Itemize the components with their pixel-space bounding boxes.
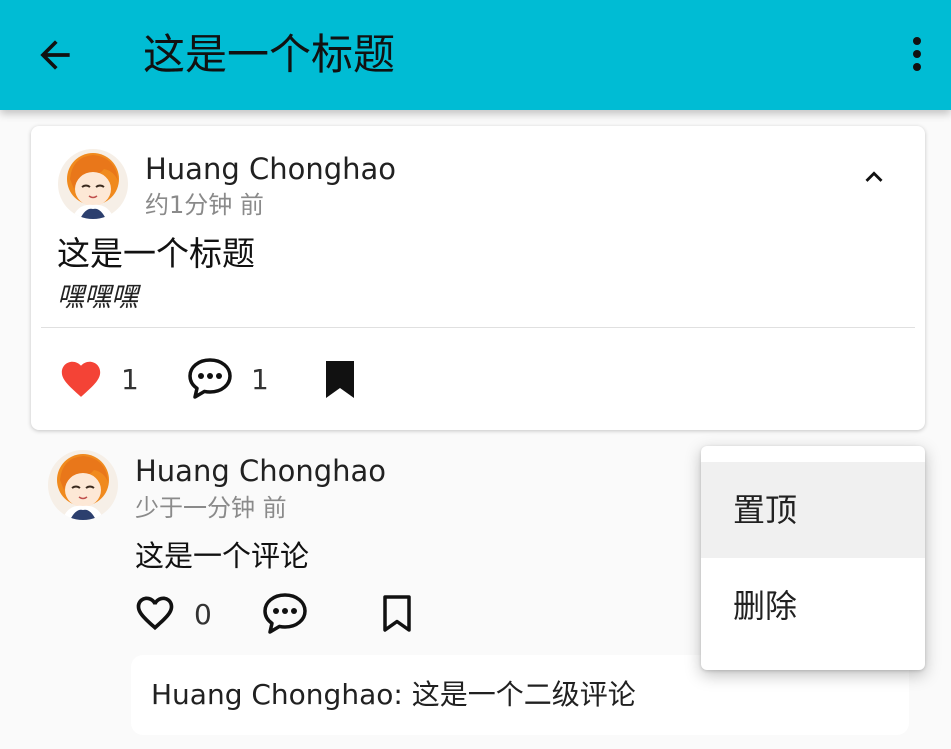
comment-icon[interactable]	[261, 591, 309, 637]
arrow-back-icon[interactable]	[33, 33, 77, 77]
post-body: 嘿嘿嘿	[57, 282, 138, 313]
post-card: Huang Chonghao 约1分钟 前 这是一个标题 嘿嘿嘿 1 1	[31, 126, 925, 430]
avatar[interactable]	[58, 149, 128, 219]
heart-filled-icon[interactable]	[58, 356, 104, 402]
bookmark-outline-icon[interactable]	[380, 593, 414, 635]
post-author[interactable]: Huang Chonghao	[145, 150, 396, 188]
post-title: 这是一个标题	[57, 234, 255, 273]
reply-text: Huang Chonghao: 这是一个二级评论	[151, 678, 636, 711]
comment-text: 这是一个评论	[135, 539, 310, 573]
comment-icon[interactable]	[186, 356, 234, 402]
comment-count: 1	[251, 363, 269, 396]
like-count: 0	[194, 598, 212, 631]
avatar[interactable]	[48, 450, 118, 520]
chevron-up-icon[interactable]	[857, 160, 891, 194]
bookmark-filled-icon[interactable]	[323, 358, 357, 400]
comment-time: 少于一分钟 前	[135, 494, 287, 522]
heart-outline-icon[interactable]	[133, 591, 177, 635]
post-time: 约1分钟 前	[145, 191, 264, 219]
divider	[41, 327, 915, 328]
app-bar: 这是一个标题	[0, 0, 951, 110]
popup-menu: 置顶 删除	[701, 446, 925, 670]
menu-item-pin[interactable]: 置顶	[701, 462, 925, 558]
more-vert-icon[interactable]	[900, 33, 934, 77]
like-count: 1	[121, 363, 139, 396]
menu-item-delete[interactable]: 删除	[701, 558, 925, 654]
comment-author[interactable]: Huang Chonghao	[135, 452, 386, 490]
page-title: 这是一个标题	[143, 30, 396, 79]
